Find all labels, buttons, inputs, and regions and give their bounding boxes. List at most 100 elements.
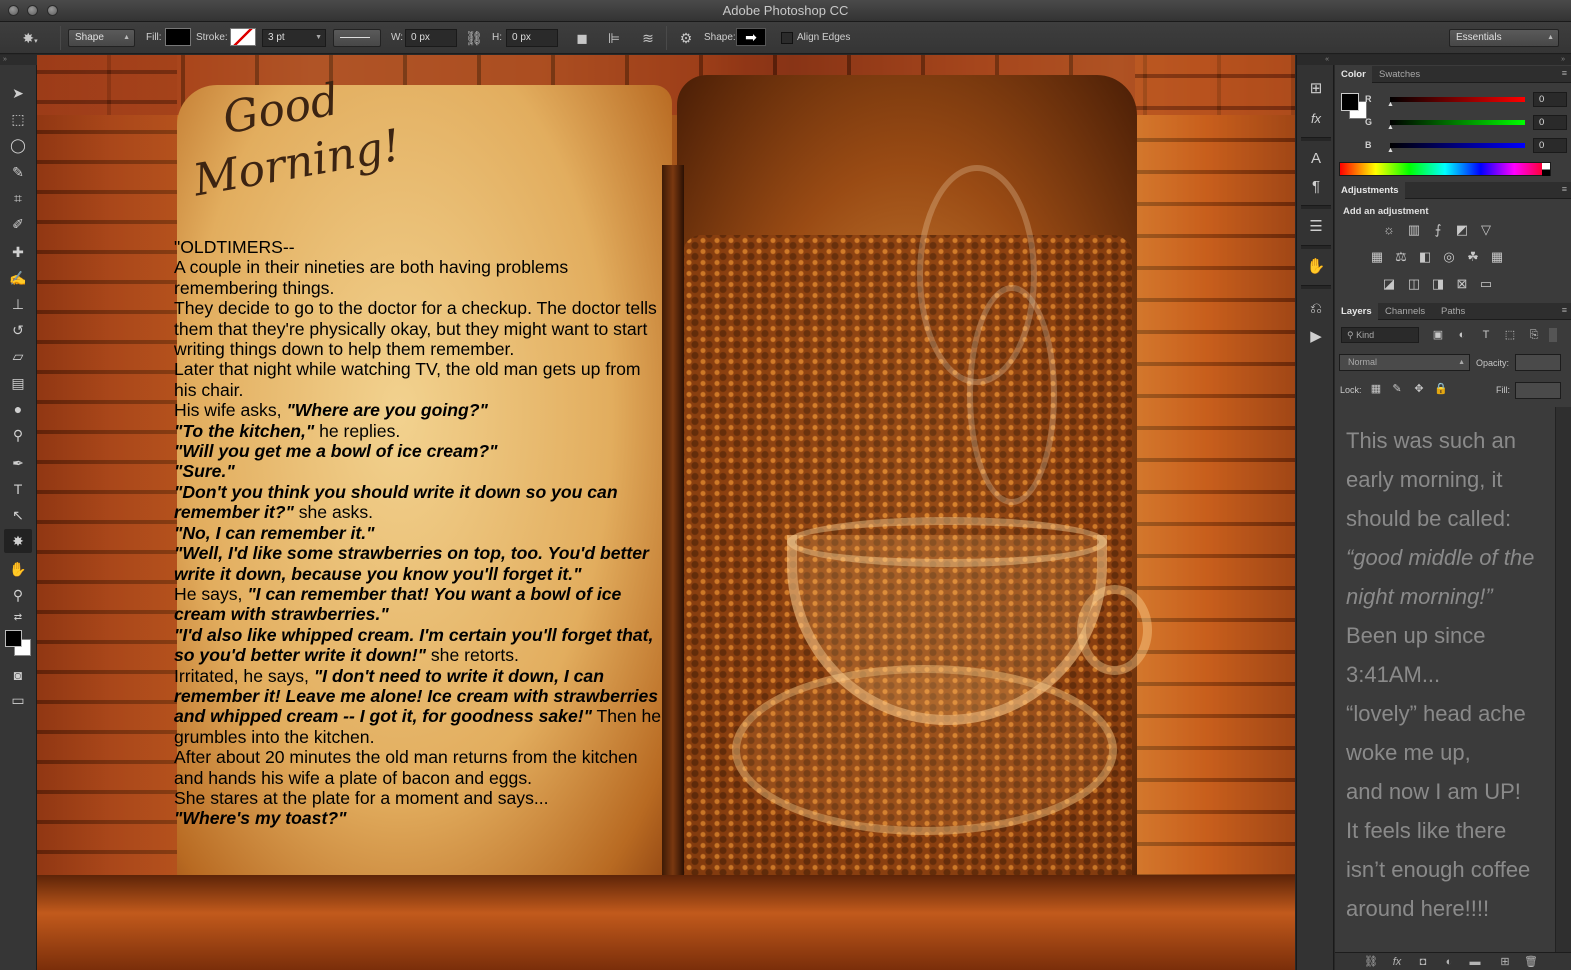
color-balance-icon[interactable]: ⚖: [1392, 249, 1410, 265]
clone-stamp-tool-icon[interactable]: ⊥: [4, 292, 32, 316]
panel-collapse-icon[interactable]: «: [1297, 55, 1335, 65]
lasso-tool-icon[interactable]: ◯: [4, 133, 32, 157]
path-alignment-icon[interactable]: ⊫: [604, 28, 624, 48]
black-white-swatch[interactable]: [1542, 163, 1550, 176]
lock-image-icon[interactable]: ✎: [1390, 382, 1404, 396]
tool-mode-dropdown[interactable]: Shape ▲: [68, 29, 135, 47]
opacity-field[interactable]: [1515, 354, 1561, 371]
layers-list[interactable]: This was such an early morning, it shoul…: [1335, 407, 1555, 952]
panel-collapse-icon[interactable]: »: [0, 55, 37, 65]
levels-icon[interactable]: ▥: [1405, 222, 1423, 238]
slider-thumb-icon[interactable]: ▲: [1387, 101, 1394, 108]
stroke-size-field[interactable]: 3 pt ▼: [262, 29, 326, 47]
custom-shape-tool-icon[interactable]: ✸: [4, 529, 32, 553]
move-tool-icon[interactable]: ➤: [4, 81, 32, 105]
layer-filter-kind-dropdown[interactable]: ⚲ Kind: [1341, 327, 1419, 343]
tab-paths[interactable]: Paths: [1435, 303, 1471, 320]
panel-menu-icon[interactable]: ≡: [1562, 305, 1567, 315]
selective-color-icon[interactable]: ⊠: [1453, 276, 1471, 292]
fill-field[interactable]: [1515, 382, 1561, 399]
add-mask-icon[interactable]: ◘: [1414, 955, 1432, 969]
history-icon[interactable]: ⎌: [1303, 297, 1329, 321]
green-slider[interactable]: [1390, 120, 1525, 125]
lock-all-icon[interactable]: 🔒: [1434, 382, 1448, 396]
new-adjustment-layer-icon[interactable]: ◐: [1440, 955, 1458, 969]
healing-brush-tool-icon[interactable]: ✚: [4, 240, 32, 264]
height-field[interactable]: 0 px: [506, 29, 558, 47]
zoom-tool-icon[interactable]: ⚲: [4, 583, 32, 607]
blue-value-field[interactable]: 0: [1533, 138, 1567, 153]
tab-channels[interactable]: Channels: [1379, 303, 1431, 320]
tab-swatches[interactable]: Swatches: [1373, 66, 1426, 83]
gradient-map-icon[interactable]: ▭: [1477, 276, 1495, 292]
panel-menu-icon[interactable]: ≡: [1562, 184, 1567, 194]
gear-icon[interactable]: ⚙: [676, 28, 696, 48]
align-edges-checkbox[interactable]: [781, 32, 793, 44]
color-lookup-icon[interactable]: ▦: [1488, 249, 1506, 265]
foreground-background-colors[interactable]: [5, 630, 33, 658]
slider-thumb-icon[interactable]: ▲: [1387, 124, 1394, 131]
new-layer-icon[interactable]: ⊞: [1496, 955, 1514, 969]
red-value-field[interactable]: 0: [1533, 92, 1567, 107]
vibrance-icon[interactable]: ▽: [1477, 222, 1495, 238]
lock-position-icon[interactable]: ✥: [1412, 382, 1426, 396]
tool-preset-picker[interactable]: ✸▾: [20, 28, 40, 48]
gradient-tool-icon[interactable]: ▤: [4, 371, 32, 395]
color-foreground-swatch[interactable]: [1341, 93, 1359, 111]
blue-slider[interactable]: [1390, 143, 1525, 148]
posterize-icon[interactable]: ◫: [1405, 276, 1423, 292]
tab-adjustments[interactable]: Adjustments: [1335, 182, 1405, 199]
marquee-tool-icon[interactable]: ⬚: [4, 107, 32, 131]
brightness-contrast-icon[interactable]: ☼: [1380, 222, 1398, 238]
filter-adjustment-icon[interactable]: ◐: [1454, 327, 1470, 343]
brush-tool-icon[interactable]: ✍: [4, 266, 32, 290]
tab-color[interactable]: Color: [1335, 66, 1372, 83]
curves-icon[interactable]: ⨍: [1429, 222, 1447, 238]
properties-icon[interactable]: ☰: [1303, 215, 1329, 239]
channel-mixer-icon[interactable]: ☘: [1464, 249, 1482, 265]
width-field[interactable]: 0 px: [405, 29, 457, 47]
quick-select-tool-icon[interactable]: ✎: [4, 160, 32, 184]
eyedropper-tool-icon[interactable]: ✐: [4, 212, 32, 236]
path-operations-icon[interactable]: ◼: [572, 28, 592, 48]
link-icon[interactable]: ⛓: [464, 28, 484, 48]
layer-style-icon[interactable]: fx: [1388, 955, 1406, 969]
invert-icon[interactable]: ◪: [1380, 276, 1398, 292]
panel-collapse-icon[interactable]: »: [1561, 55, 1565, 65]
stroke-type-dropdown[interactable]: [333, 29, 381, 47]
filter-type-icon[interactable]: T: [1478, 327, 1494, 343]
layers-scrollbar[interactable]: [1555, 407, 1571, 952]
filter-pixel-icon[interactable]: ▣: [1430, 327, 1446, 343]
actions-play-icon[interactable]: ▶: [1303, 325, 1329, 349]
green-value-field[interactable]: 0: [1533, 115, 1567, 130]
paragraph-icon[interactable]: ¶: [1303, 175, 1329, 199]
foreground-color-swatch[interactable]: [5, 630, 22, 647]
brush-presets-icon[interactable]: ✋: [1303, 255, 1329, 279]
hand-tool-icon[interactable]: ✋: [4, 557, 32, 581]
lock-transparent-icon[interactable]: ▦: [1369, 382, 1383, 396]
dodge-tool-icon[interactable]: ⚲: [4, 423, 32, 447]
fill-swatch[interactable]: [165, 28, 191, 46]
eraser-tool-icon[interactable]: ▱: [4, 344, 32, 368]
document-canvas[interactable]: Good Morning! "OLDTIMERS-- A couple in t…: [37, 55, 1295, 970]
exposure-icon[interactable]: ◩: [1453, 222, 1471, 238]
history-brush-tool-icon[interactable]: ↺: [4, 318, 32, 342]
path-select-tool-icon[interactable]: ↖: [4, 503, 32, 527]
crop-tool-icon[interactable]: ⌗: [4, 186, 32, 210]
black-white-icon[interactable]: ◧: [1416, 249, 1434, 265]
stroke-swatch[interactable]: [230, 28, 256, 46]
new-group-icon[interactable]: ▬: [1466, 955, 1484, 969]
filter-toggle[interactable]: [1549, 328, 1557, 342]
photo-filter-icon[interactable]: ◎: [1440, 249, 1458, 265]
character-icon[interactable]: A: [1303, 147, 1329, 171]
swap-colors-icon[interactable]: ⇄: [4, 610, 32, 626]
threshold-icon[interactable]: ◨: [1429, 276, 1447, 292]
link-layers-icon[interactable]: ⛓: [1362, 955, 1380, 969]
styles-icon[interactable]: fx: [1303, 107, 1329, 131]
blur-tool-icon[interactable]: ●: [4, 397, 32, 421]
screen-mode-icon[interactable]: ▭: [4, 688, 32, 712]
color-spectrum-bar[interactable]: [1339, 162, 1551, 176]
trash-icon[interactable]: 🗑: [1522, 955, 1540, 969]
filter-smart-object-icon[interactable]: ⎘: [1526, 327, 1542, 343]
pen-tool-icon[interactable]: ✒: [4, 451, 32, 475]
